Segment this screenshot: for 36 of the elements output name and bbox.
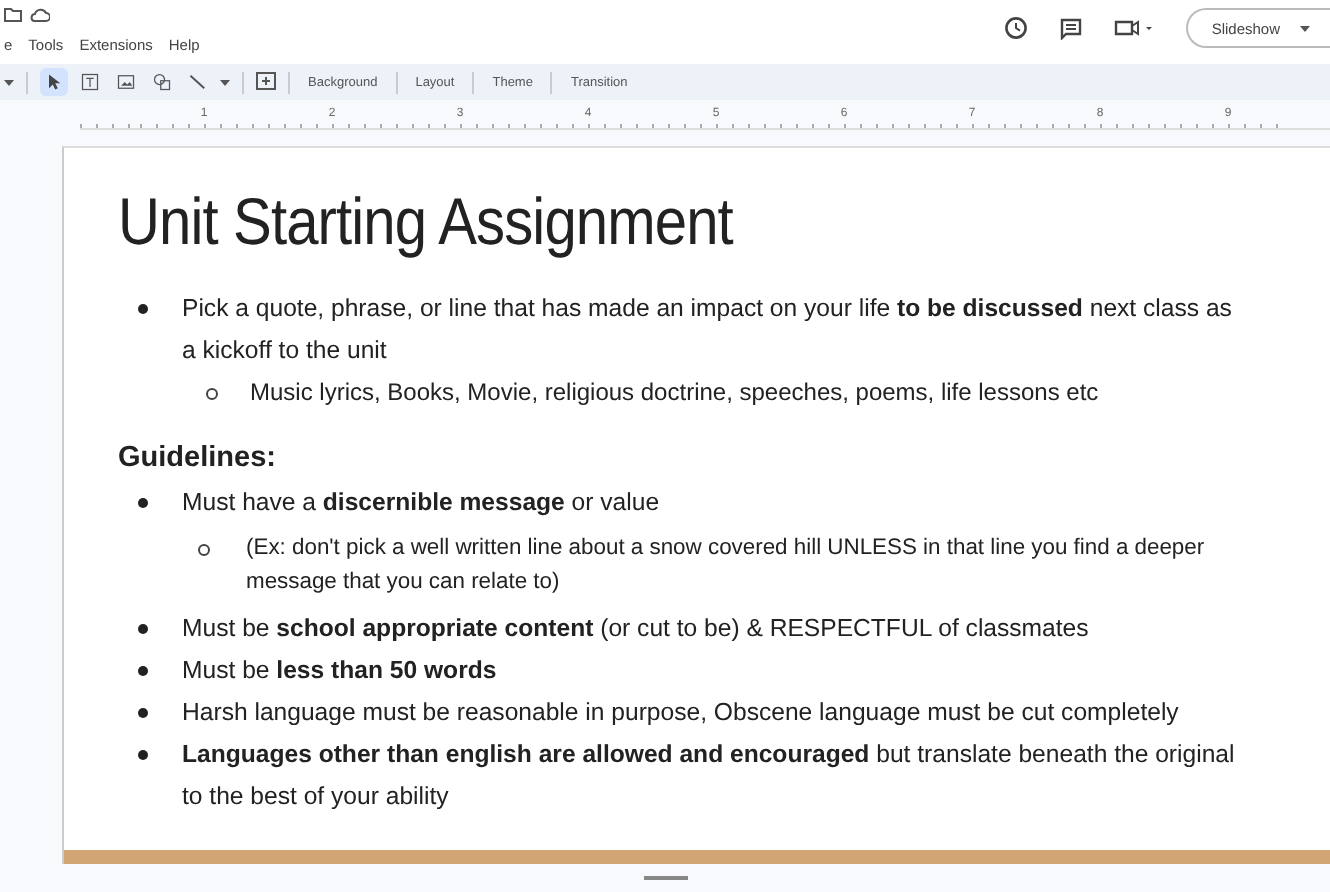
tool-button[interactable] (40, 68, 68, 96)
sub-bullet-icon (198, 544, 210, 556)
bullet-text: Pick a quote, phrase, or line that has made an impact on your life to be discussed next class as a kickoff to the unit (182, 292, 1234, 368)
resize-handle[interactable] (643, 876, 687, 880)
bullet-text: Must be less than 50 words (182, 654, 497, 688)
tool-button[interactable] (148, 68, 176, 96)
bullet-icon (138, 498, 148, 508)
tool-button[interactable] (76, 68, 104, 96)
bullet-icon (138, 708, 148, 718)
bullet-icon (138, 624, 148, 634)
caret-icon[interactable] (4, 79, 14, 85)
comment-icon[interactable] (1059, 17, 1082, 39)
line-icon (188, 72, 208, 92)
bullet-text: Harsh language must be reasonable in purpose, Obscene language must be cut completely (182, 696, 1179, 730)
cloud-icon[interactable] (30, 8, 50, 22)
add-comment-icon[interactable] (256, 72, 276, 92)
video-call-icon[interactable] (1113, 18, 1154, 38)
caret-icon[interactable] (1300, 25, 1310, 31)
text-box-icon (80, 72, 100, 92)
bullet-text: Must be school appropriate content (or cut to be) & RESPECTFUL of classmates (182, 612, 1089, 646)
caret-icon[interactable] (220, 79, 230, 85)
image-icon (116, 72, 136, 92)
section-heading: Guidelines: (118, 442, 278, 474)
bullet-icon (138, 750, 148, 760)
bullet-text: Must have a discernible message or value (182, 486, 660, 520)
cursor-icon (44, 72, 64, 92)
folder-icon[interactable] (4, 8, 22, 22)
slide-title: Unit Starting Assignment (118, 184, 736, 260)
shapes-icon (152, 72, 172, 92)
bullet-text: (Ex: don't pick a well written line about a snow covered hill UNLESS in that line you find a deeper message that you can relate to) (244, 534, 1207, 598)
history-icon[interactable] (1003, 16, 1028, 40)
bullet-icon (138, 304, 148, 314)
bullet-icon (138, 666, 148, 676)
bullet-text: Music lyrics, Books, Movie, religious doctrine, speeches, poems, life lessons etc (250, 376, 1099, 410)
bullet-text: Languages other than english are allowed and encouraged but translate beneath the original to the best of your ability (182, 738, 1237, 814)
sub-bullet-icon (206, 388, 218, 400)
